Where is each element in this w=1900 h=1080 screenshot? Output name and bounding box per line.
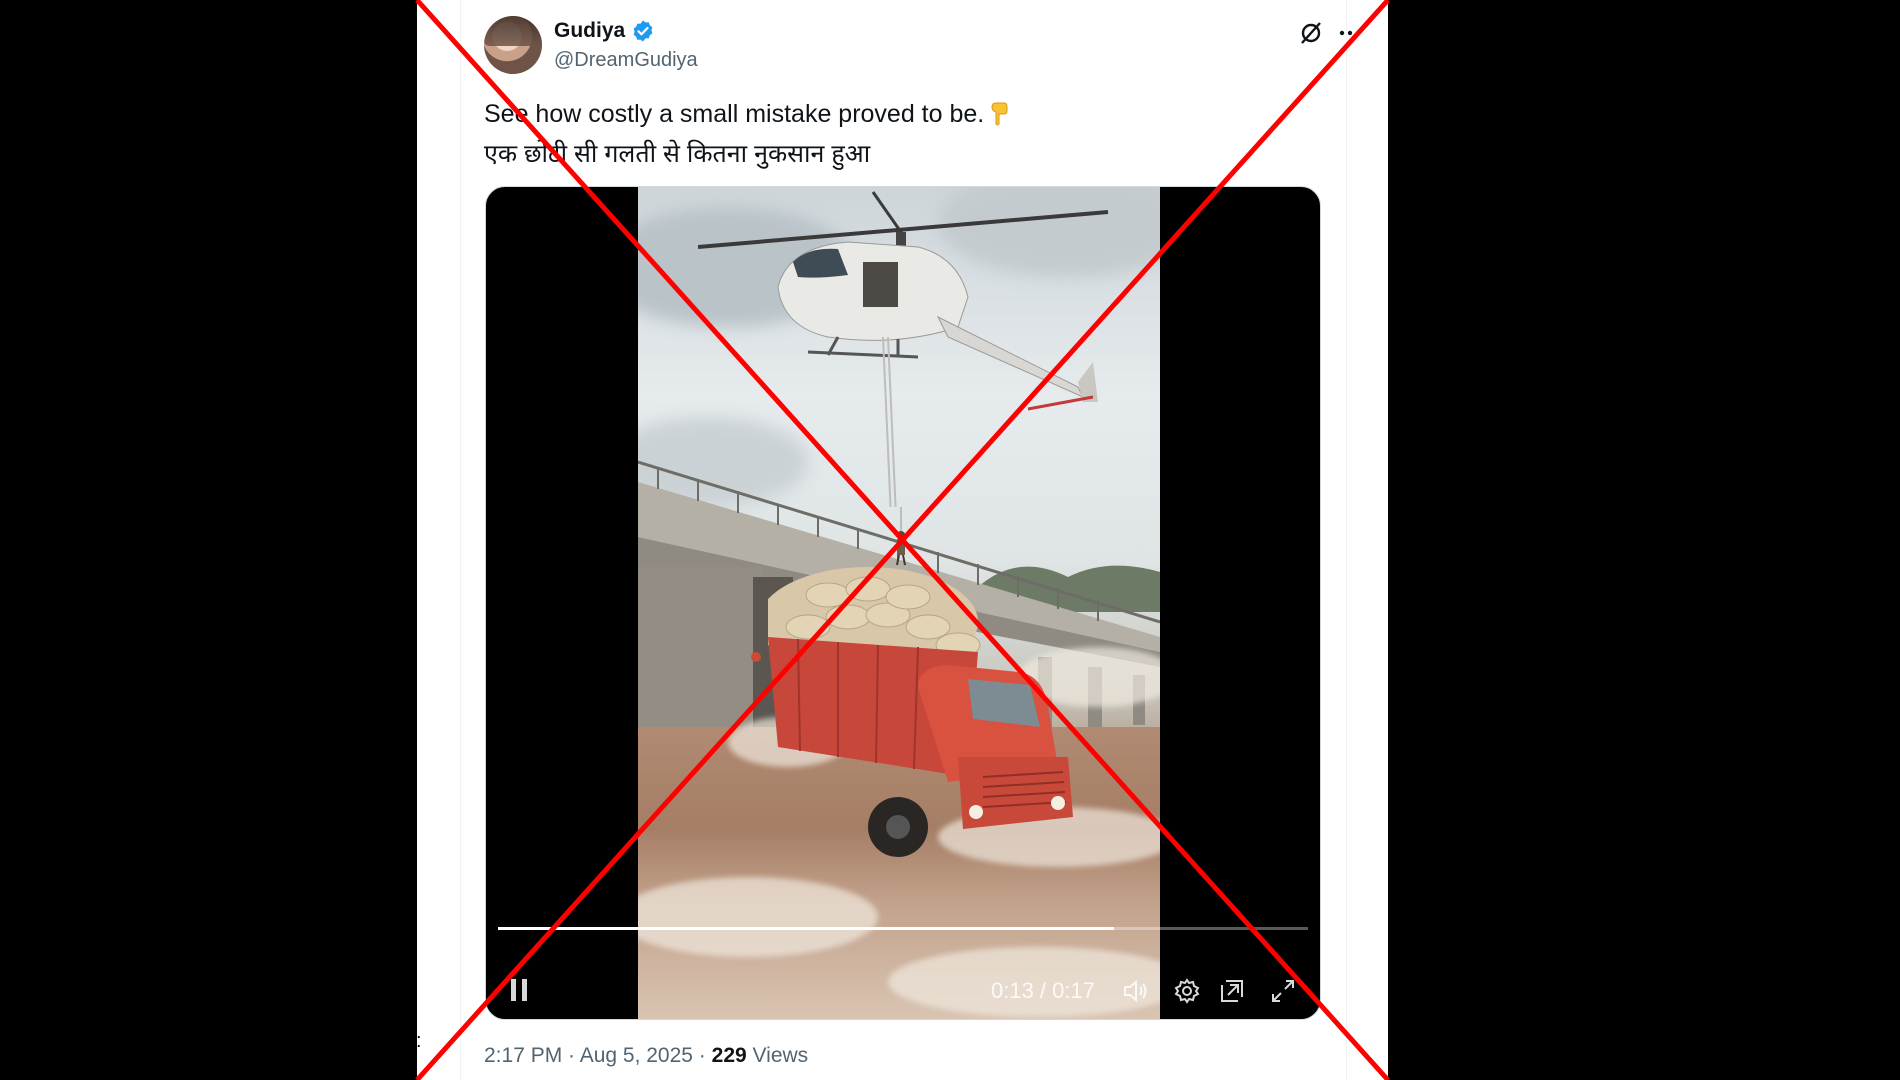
volume-icon[interactable]	[1121, 977, 1149, 1005]
pause-icon[interactable]	[508, 977, 530, 1003]
user-handle[interactable]: @DreamGudiya	[554, 49, 698, 72]
tweet-text-english: See how costly a small mistake proved to…	[484, 100, 985, 128]
views-count: 229	[711, 1044, 747, 1067]
fullscreen-icon[interactable]	[1269, 977, 1297, 1005]
more-icon[interactable]	[1336, 20, 1364, 46]
avatar[interactable]	[484, 16, 542, 74]
video-controls: 0:13 / 0:17	[486, 917, 1320, 1019]
tweet-text-line-2: एक छोटी सी गलती से कितना नुकसान हुआ	[484, 140, 871, 168]
views-label: Views	[746, 1044, 809, 1067]
video-time: 0:13 / 0:17	[991, 978, 1095, 1003]
video-progress-bar[interactable]	[498, 927, 1308, 930]
tweet-header: Gudiya @DreamGudiya	[484, 14, 1361, 78]
backhand-index-pointing-down-icon	[991, 102, 1008, 126]
verified-badge-icon	[633, 20, 653, 42]
video-player[interactable]: 0:13 / 0:17	[485, 186, 1321, 1020]
tweet-text-line-1: See how costly a small mistake proved to…	[484, 94, 1324, 134]
display-name[interactable]: Gudiya	[554, 19, 625, 43]
tweet-text: See how costly a small mistake proved to…	[484, 94, 1324, 174]
settings-icon[interactable]	[1173, 977, 1201, 1005]
tweet-meta: 2:17 PM · Aug 5, 2025 · 229 Views	[484, 1044, 808, 1068]
grok-icon[interactable]	[1298, 20, 1324, 46]
tweet-timestamp[interactable]: 2:17 PM · Aug 5, 2025 ·	[484, 1044, 712, 1067]
name-row: Gudiya	[554, 18, 655, 44]
stray-dots: :	[416, 1030, 422, 1052]
video-frame	[638, 187, 1160, 1019]
picture-in-picture-icon[interactable]	[1218, 977, 1246, 1005]
video-progress-fill	[498, 927, 1114, 930]
